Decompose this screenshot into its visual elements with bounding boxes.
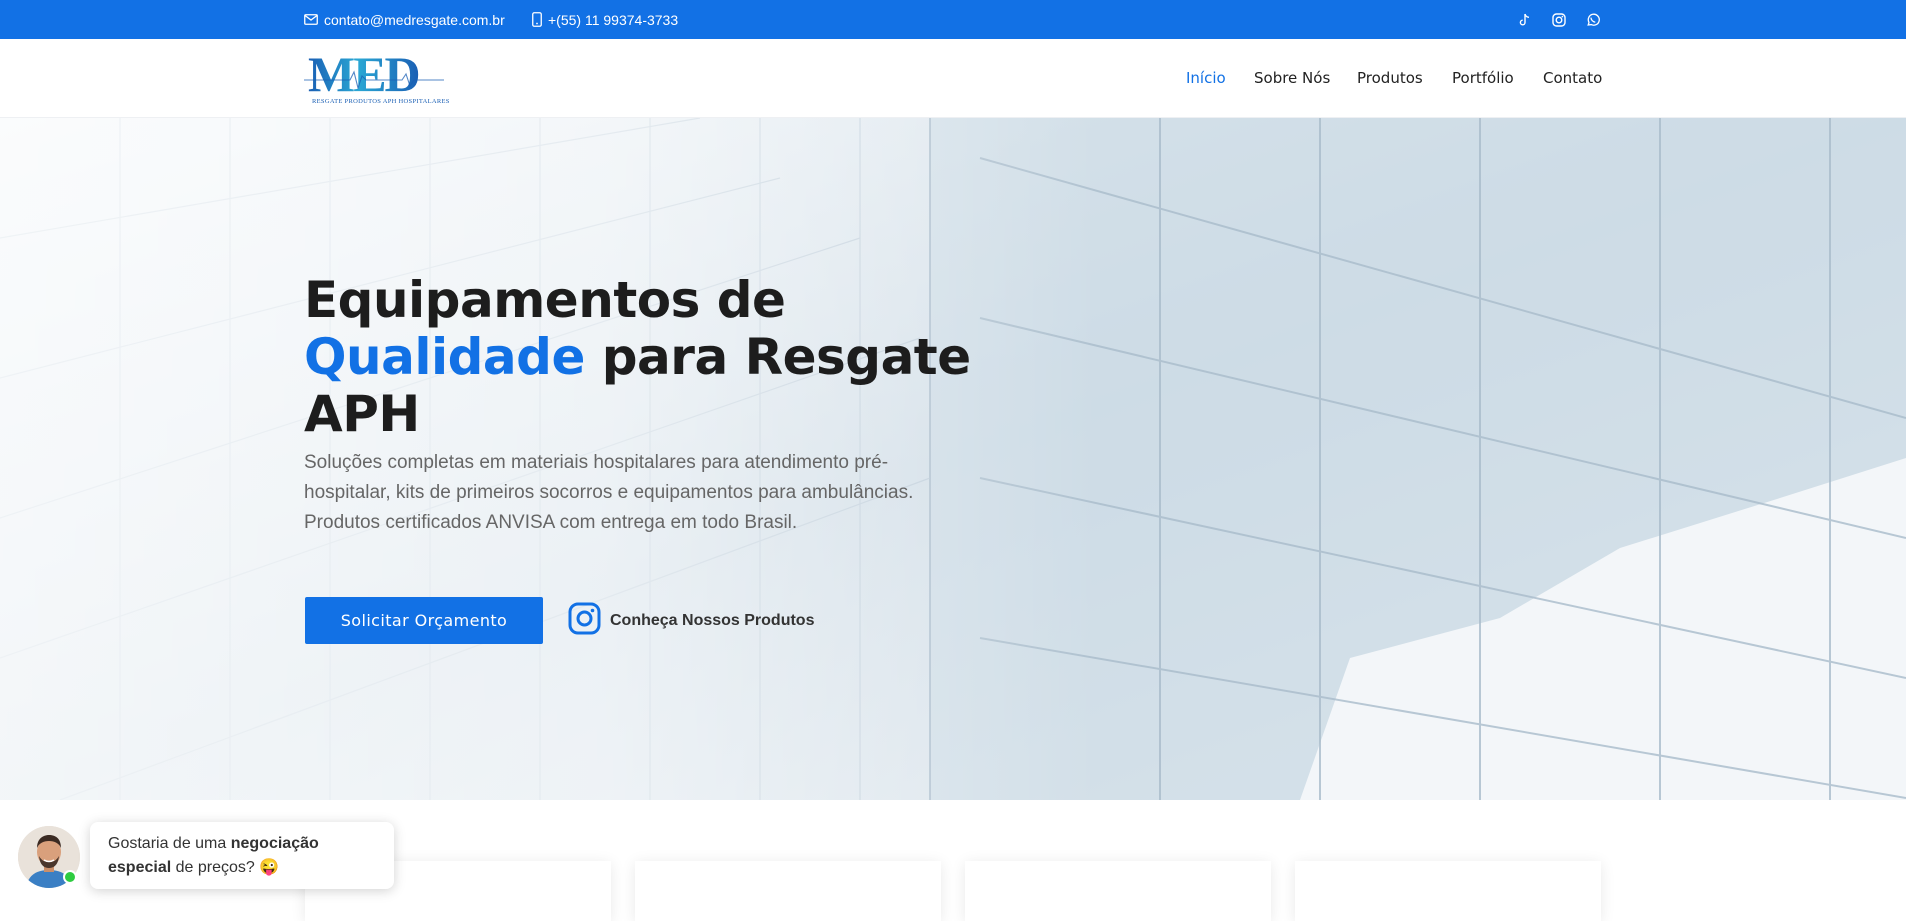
feature-card — [1295, 861, 1601, 921]
chat-prompt-bubble[interactable]: Gostaria de uma negociação especial de p… — [90, 822, 394, 889]
logo-tagline: RESGATE PRODUTOS APH HOSPITALARES — [312, 98, 450, 105]
hero-description: Soluções completas em materiais hospital… — [304, 452, 914, 533]
phone-contact[interactable]: +(55) 11 99374-3733 — [532, 0, 678, 39]
feature-card — [635, 861, 941, 921]
top-bar: contato@medresgate.com.br +(55) 11 99374… — [0, 0, 1906, 39]
online-status-indicator — [63, 870, 77, 884]
whatsapp-icon[interactable] — [1583, 0, 1603, 39]
view-products-link[interactable]: Conheça Nossos Produtos — [568, 602, 815, 640]
hero-title: Equipamentos de Qualidade para Resgate A… — [304, 272, 984, 443]
envelope-icon — [304, 14, 318, 25]
ecg-wave-icon — [304, 70, 444, 90]
email-contact[interactable]: contato@medresgate.com.br — [304, 0, 505, 39]
nav-item-sobre-nos[interactable]: Sobre Nós — [1254, 69, 1330, 87]
chat-text-post: de preços? 😜 — [171, 859, 280, 876]
nav-item-portfolio[interactable]: Portfólio — [1452, 69, 1514, 87]
phone-text[interactable]: +(55) 11 99374-3733 — [548, 12, 678, 28]
nav-item-inicio[interactable]: Início — [1186, 69, 1226, 87]
instagram-icon[interactable] — [1549, 0, 1569, 39]
feature-card — [965, 861, 1271, 921]
nav-item-contato[interactable]: Contato — [1543, 69, 1602, 87]
mobile-phone-icon — [532, 12, 542, 27]
nav-item-produtos[interactable]: Produtos — [1357, 69, 1423, 87]
logo[interactable]: MED RESGATE PRODUTOS APH HOSPITALARES — [304, 48, 449, 108]
hero-section — [0, 118, 1906, 800]
email-text[interactable]: contato@medresgate.com.br — [324, 12, 505, 28]
hero-title-line1: Equipamentos de — [304, 271, 786, 329]
view-products-label: Conheça Nossos Produtos — [610, 612, 815, 629]
hero-title-highlight: Qualidade — [304, 328, 585, 386]
site-header — [0, 39, 1906, 118]
tiktok-icon[interactable] — [1515, 0, 1535, 39]
instagram-icon — [568, 602, 601, 640]
chat-text-pre: Gostaria de uma — [108, 835, 231, 852]
request-quote-button[interactable]: Solicitar Orçamento — [305, 597, 543, 644]
